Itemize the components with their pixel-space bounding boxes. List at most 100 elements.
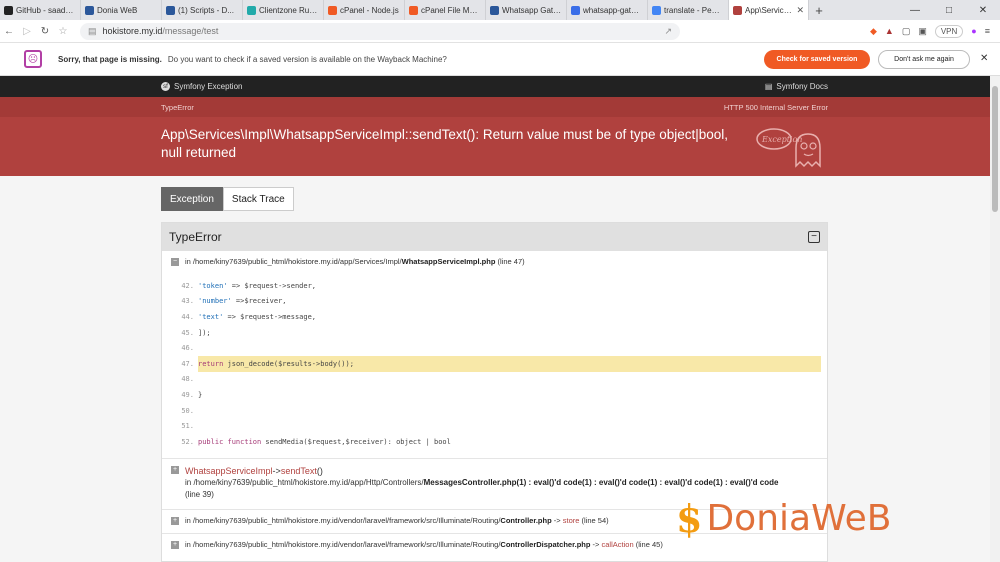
watermark-dollar-icon: $ bbox=[676, 496, 703, 541]
browser-tab[interactable]: Donia WeB bbox=[81, 0, 162, 20]
brave-shield-icon[interactable]: ◆ bbox=[870, 26, 877, 37]
tab-favicon-icon bbox=[733, 5, 742, 15]
frame-arrow: -> bbox=[592, 539, 600, 549]
code-line: 49. } bbox=[162, 387, 827, 403]
collapse-icon[interactable]: − bbox=[808, 231, 820, 243]
code-line: 46. bbox=[162, 340, 827, 356]
symfony-logo-icon: sf bbox=[161, 82, 170, 91]
tab-favicon-icon bbox=[409, 5, 418, 15]
trace-frame-1: − in /home/kiny7639/public_html/hokistor… bbox=[162, 251, 827, 266]
line-content: 'number' =>$receiver, bbox=[198, 294, 821, 310]
exception-header: TypeError HTTP 500 Internal Server Error… bbox=[0, 97, 990, 176]
tab-title: whatsapp-gatew... bbox=[583, 5, 643, 15]
check-saved-version-button[interactable]: Check for saved version bbox=[764, 50, 870, 69]
frame-line: (line 47) bbox=[497, 257, 525, 266]
bookmark-icon[interactable]: ☆ bbox=[54, 26, 72, 37]
code-token: 'token' bbox=[198, 281, 228, 290]
browser-tab[interactable]: Clientzone Ruma... bbox=[243, 0, 324, 20]
frame-method: store bbox=[562, 515, 580, 525]
line-content: return json_decode($results->body()); bbox=[198, 355, 821, 372]
symfony-exception-label: Symfony Exception bbox=[174, 82, 243, 91]
browser-tab[interactable]: cPanel - Node.js bbox=[324, 0, 405, 20]
code-token: 'number' bbox=[198, 297, 232, 306]
frame-location: in /home/kiny7639/public_html/hokistore.… bbox=[185, 540, 663, 549]
line-content: public function sendMedia($request,$rece… bbox=[198, 434, 821, 450]
browser-tab[interactable]: GitHub - saadq/... bbox=[0, 0, 81, 20]
expand-frame-icon[interactable]: + bbox=[171, 516, 179, 525]
line-content: 'token' => $request->sender, bbox=[198, 278, 821, 294]
frame-path: in /home/kiny7639/public_html/hokistore.… bbox=[185, 539, 501, 549]
browser-tab[interactable]: translate - Penel... bbox=[648, 0, 729, 20]
line-content bbox=[198, 418, 821, 434]
reload-icon[interactable]: ↻ bbox=[36, 26, 54, 37]
sidebar-icon[interactable]: ▢ bbox=[902, 26, 911, 37]
wallet-icon[interactable]: ▣ bbox=[918, 26, 927, 37]
url-path: /message/test bbox=[162, 26, 219, 36]
code-token: json_decode($results->body()); bbox=[223, 359, 354, 368]
browser-tab[interactable]: Whatsapp Gatew... bbox=[486, 0, 567, 20]
docs-icon: ▤ bbox=[764, 82, 773, 91]
code-line: 42. 'token' => $request->sender, bbox=[162, 278, 827, 294]
tab-stack-trace[interactable]: Stack Trace bbox=[222, 187, 294, 211]
minimize-icon[interactable]: — bbox=[898, 0, 932, 20]
profile-avatar[interactable]: ● bbox=[971, 26, 976, 36]
code-line: 45. ]); bbox=[162, 325, 827, 341]
page-icon: ▤ bbox=[88, 25, 97, 36]
wayback-description: Do you want to check if a saved version … bbox=[167, 54, 447, 64]
dont-ask-again-button[interactable]: Don't ask me again bbox=[878, 50, 970, 69]
browser-tab[interactable]: (1) Scripts - D... bbox=[162, 0, 243, 20]
code-token: =>$receiver, bbox=[231, 297, 287, 306]
code-line: 48. bbox=[162, 372, 827, 388]
tab-favicon-icon bbox=[85, 5, 94, 15]
line-content: ]); bbox=[198, 325, 821, 341]
exception-ghost-icon: Exception bbox=[756, 128, 821, 168]
line-number: 45. bbox=[181, 328, 194, 337]
browser-tab[interactable]: whatsapp-gatew... bbox=[567, 0, 648, 20]
menu-icon[interactable]: ≡ bbox=[985, 26, 990, 36]
expand-frame-icon[interactable]: + bbox=[171, 465, 179, 474]
scrollbar-thumb[interactable] bbox=[992, 86, 998, 212]
rewards-icon[interactable]: ▲ bbox=[885, 26, 894, 36]
code-token: public function bbox=[198, 437, 262, 446]
symfony-docs-link[interactable]: Symfony Docs bbox=[776, 82, 828, 91]
tab-title: Whatsapp Gatew... bbox=[502, 5, 562, 15]
frame-line: (line 45) bbox=[635, 539, 663, 549]
code-line: 51. bbox=[162, 418, 827, 434]
wayback-infobar: ☹ Sorry, that page is missing. Do you wa… bbox=[0, 43, 1000, 76]
tab-title: (1) Scripts - D... bbox=[178, 5, 235, 15]
tab-exception[interactable]: Exception bbox=[161, 187, 223, 211]
maximize-icon[interactable]: □ bbox=[932, 0, 966, 20]
code-token: => $request->sender, bbox=[227, 281, 317, 290]
expand-frame-icon[interactable]: + bbox=[171, 540, 179, 549]
browser-tab[interactable]: cPanel File Mana... bbox=[405, 0, 486, 20]
tab-title: App\Service... bbox=[745, 5, 794, 15]
line-number: 43. bbox=[181, 297, 194, 306]
new-tab-button[interactable]: + bbox=[809, 0, 829, 20]
line-number: 49. bbox=[181, 390, 194, 399]
page-scrollbar[interactable] bbox=[990, 76, 1000, 562]
forward-icon[interactable]: ▷ bbox=[18, 26, 36, 37]
url-field[interactable]: ▤ hokistore.my.id/message/test ↗ bbox=[80, 22, 680, 40]
exception-type: TypeError bbox=[161, 102, 194, 112]
line-content: 'text' => $request->message, bbox=[198, 309, 821, 325]
line-number: 46. bbox=[181, 344, 194, 353]
address-bar: ← ▷ ↻ ☆ ▤ hokistore.my.id/message/test ↗… bbox=[0, 20, 1000, 43]
browser-tab[interactable]: App\Service... ✕ bbox=[729, 0, 809, 20]
close-window-icon[interactable]: ✕ bbox=[966, 0, 1000, 20]
vpn-button[interactable]: VPN bbox=[934, 24, 964, 38]
close-tab-icon[interactable]: ✕ bbox=[796, 5, 804, 16]
tab-title: Donia WeB bbox=[97, 5, 138, 15]
close-icon[interactable]: ✕ bbox=[980, 53, 988, 64]
tab-title: GitHub - saadq/... bbox=[16, 5, 76, 15]
back-icon[interactable]: ← bbox=[0, 26, 18, 37]
frame-path: in /home/kiny7639/public_html/hokistore.… bbox=[185, 477, 424, 487]
tab-favicon-icon bbox=[652, 5, 661, 15]
frame-path: in /home/kiny7639/public_html/hokistore.… bbox=[185, 257, 402, 266]
tab-favicon-icon bbox=[571, 5, 580, 15]
code-line: 43. 'number' =>$receiver, bbox=[162, 294, 827, 310]
frame-location: in /home/kiny7639/public_html/hokistore.… bbox=[185, 257, 525, 266]
collapse-frame-icon[interactable]: − bbox=[171, 258, 179, 266]
tab-favicon-icon bbox=[166, 5, 175, 15]
share-icon[interactable]: ↗ bbox=[664, 26, 672, 37]
doniaweb-watermark: $ DoniaWeB bbox=[676, 496, 891, 541]
